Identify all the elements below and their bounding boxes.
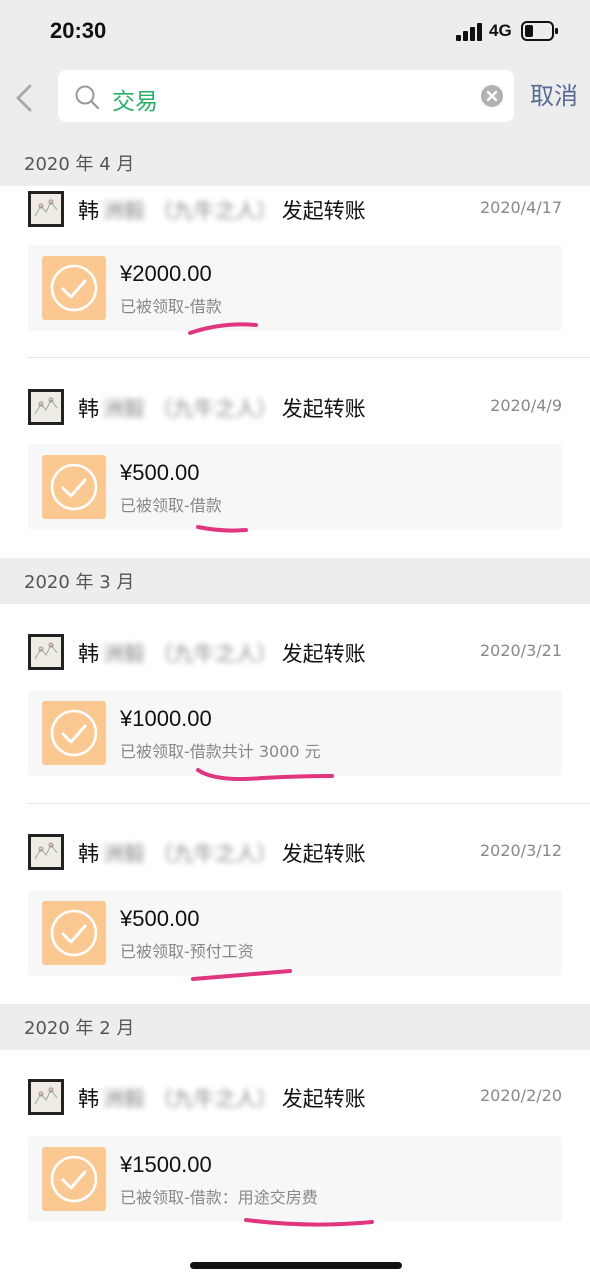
underline-mark [188,322,258,335]
underline-mark [196,768,334,781]
underline-mark [191,969,292,981]
underline-mark [196,525,248,533]
underline-mark [244,1218,374,1227]
annotation-layer [188,322,374,1227]
home-indicator[interactable] [190,1262,402,1269]
